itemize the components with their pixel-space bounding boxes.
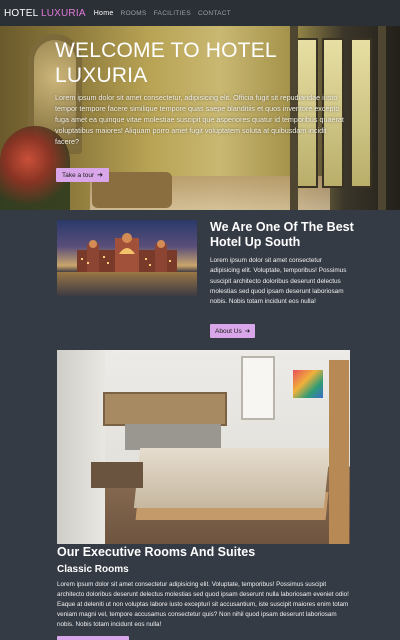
nav-contact[interactable]: CONTACT [198,10,231,17]
about-heading: We Are One Of The Best Hotel Up South [210,220,354,249]
brand-logo[interactable]: HOTEL LUXURIA [4,8,86,19]
room-painting [293,370,323,398]
bedroom-image [57,350,350,544]
take-a-tour-label: Take a tour [62,171,95,179]
hero-content: WELCOME TO HOTEL LUXURIA Lorem ipsum dol… [55,38,345,147]
hero-section: WELCOME TO HOTEL LUXURIA Lorem ipsum dol… [0,26,400,210]
about-us-button[interactable]: About Us ➜ [210,324,256,338]
hero-window [350,38,372,188]
nav-rooms[interactable]: ROOMS [121,10,147,17]
rooms-description: Lorem ipsum dolor sit amet consectetur a… [57,581,349,628]
rooms-heading: Our Executive Rooms And Suites [57,545,256,559]
hero-description: Lorem ipsum dolor sit amet consectetur, … [55,93,344,146]
hero-title: WELCOME TO HOTEL LUXURIA [55,39,277,87]
palace-silhouette [77,233,177,272]
bed-headboard [125,424,221,450]
arrow-right-icon: ➜ [97,172,104,179]
room-door [329,360,349,544]
water-reflection [57,272,197,296]
brand-text: HOTEL [4,7,38,19]
rooms-button[interactable] [57,636,129,640]
nav-facilities[interactable]: FACILITIES [154,10,191,17]
navbar: HOTEL LUXURIA Home ROOMS FACILITIES CONT… [0,0,400,26]
hotel-exterior-image [57,220,197,296]
take-a-tour-button[interactable]: Take a tour ➜ [56,168,110,182]
room-shelf [103,392,227,426]
about-us-label: About Us [215,327,242,335]
brand-accent-text: LUXURIA [40,7,86,19]
arrow-right-icon: ➜ [244,328,251,335]
nightstand [91,462,143,488]
rooms-subheading: Classic Rooms [57,564,129,575]
room-wall [57,350,105,544]
hero-pillar [378,26,386,210]
room-window [241,356,275,420]
about-description: Lorem ipsum dolor sit amet consectetur a… [210,257,347,306]
bed-mattress [133,448,331,508]
nav-home[interactable]: Home [94,10,114,17]
